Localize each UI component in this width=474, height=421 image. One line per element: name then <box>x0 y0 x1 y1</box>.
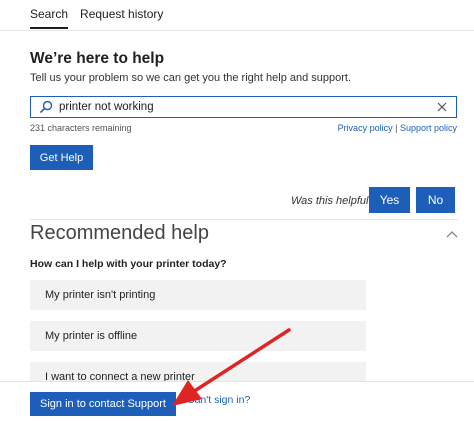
chevron-up-icon[interactable] <box>445 226 459 238</box>
printer-help-question: How can I help with your printer today? <box>30 258 227 270</box>
close-icon[interactable] <box>434 99 450 115</box>
page-subtitle: Tell us your problem so we can get you t… <box>30 72 352 84</box>
page-title: We’re here to help <box>30 50 165 67</box>
option-printer-offline[interactable]: My printer is offline <box>30 321 366 351</box>
support-policy-link[interactable]: Support policy <box>400 123 457 133</box>
search-icon <box>37 98 55 116</box>
tab-request-history[interactable]: Request history <box>80 7 163 29</box>
tab-search[interactable]: Search <box>30 7 69 29</box>
search-box <box>30 96 457 118</box>
recommended-help-heading: Recommended help <box>30 222 209 244</box>
characters-remaining: 231 characters remaining <box>30 123 132 133</box>
search-input[interactable] <box>59 101 434 113</box>
policy-links: Privacy policy | Support policy <box>338 123 457 133</box>
policy-separator: | <box>395 123 398 133</box>
no-button[interactable]: No <box>416 187 455 213</box>
privacy-policy-link[interactable]: Privacy policy <box>338 123 393 133</box>
tab-divider <box>0 30 474 31</box>
tab-bar: Search Request history <box>30 7 175 29</box>
helpful-question: Was this helpful? <box>291 195 375 207</box>
section-divider <box>30 219 458 220</box>
yes-button[interactable]: Yes <box>369 187 410 213</box>
get-help-button[interactable]: Get Help <box>30 145 93 170</box>
option-printer-not-printing[interactable]: My printer isn't printing <box>30 280 366 310</box>
cant-sign-in-link[interactable]: Can't sign in? <box>187 394 250 406</box>
sign-in-button[interactable]: Sign in to contact Support <box>30 392 176 416</box>
